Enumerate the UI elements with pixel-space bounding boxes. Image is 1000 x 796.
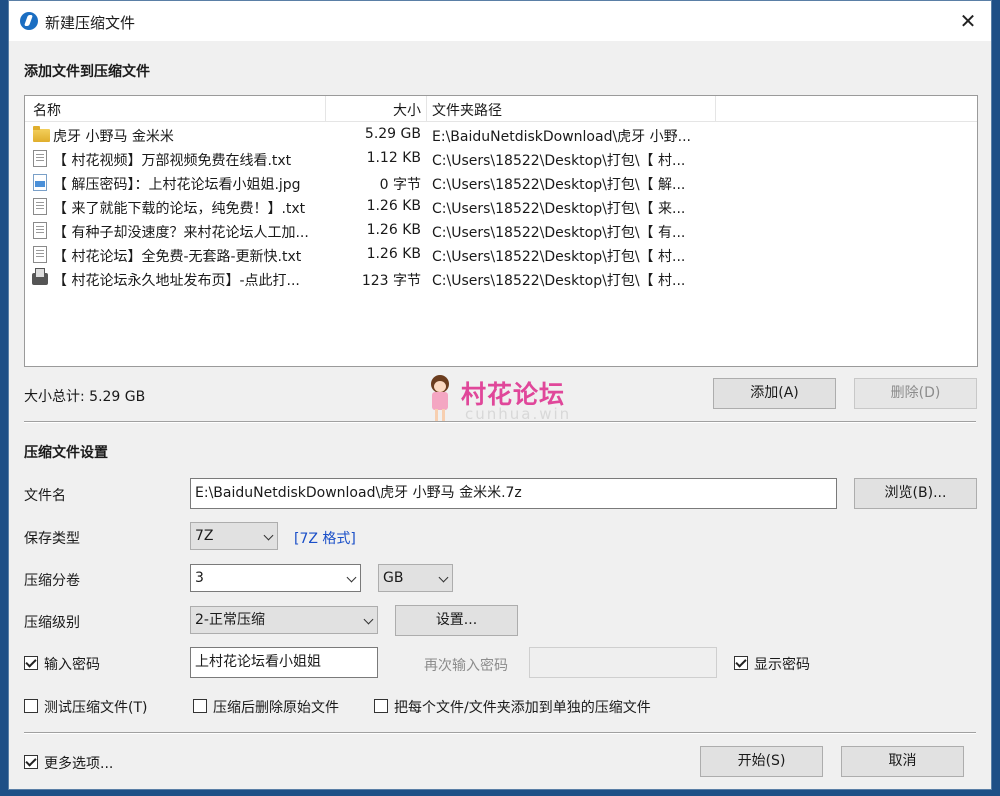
split-label: 压缩分卷 — [24, 573, 80, 589]
compression-level-value: 2-正常压缩 — [195, 612, 265, 628]
password-checkbox-label: 输入密码 — [44, 657, 100, 673]
file-row[interactable]: 【 有种子却没速度？来村花论坛人工加... 1.26 KB C:\Users\1… — [25, 219, 977, 243]
chevron-down-icon — [346, 572, 357, 583]
column-size[interactable]: 大小 — [325, 100, 421, 120]
file-size: 1.26 KB — [366, 222, 421, 238]
cancel-button[interactable]: 取消 — [841, 746, 964, 777]
file-path: C:\Users\18522\Desktop\打包\【 村... — [432, 249, 686, 265]
file-path: C:\Users\18522\Desktop\打包\【 村... — [432, 153, 686, 169]
file-row[interactable]: 虎牙 小野马 金米米 5.29 GB E:\BaiduNetdiskDownlo… — [25, 123, 977, 147]
close-button[interactable]: ✕ — [951, 7, 985, 35]
file-size: 0 字节 — [379, 177, 421, 193]
chevron-down-icon — [263, 530, 274, 541]
file-path: C:\Users\18522\Desktop\打包\【 来... — [432, 201, 686, 217]
file-list[interactable]: 名称 大小 文件夹路径 虎牙 小野马 金米米 5.29 GB E:\BaiduN… — [24, 95, 978, 367]
column-path[interactable]: 文件夹路径 — [432, 100, 502, 120]
chevron-down-icon — [438, 572, 449, 583]
start-button[interactable]: 开始(S) — [700, 746, 823, 777]
filename-input[interactable]: E:\BaiduNetdiskDownload\虎牙 小野马 金米米.7z — [190, 478, 837, 509]
level-settings-button[interactable]: 设置... — [395, 605, 518, 636]
password-input[interactable]: 上村花论坛看小姐姐 — [190, 647, 378, 678]
file-name: 【 有种子却没速度？来村花论坛人工加... — [53, 225, 309, 241]
reenter-password-label: 再次输入密码 — [424, 658, 508, 674]
file-name: 虎牙 小野马 金米米 — [53, 129, 174, 145]
show-password-label: 显示密码 — [754, 657, 810, 673]
split-unit-select[interactable]: GB — [378, 564, 453, 592]
file-name: 【 解压密码】：上村花论坛看小姐姐.jpg — [53, 177, 301, 193]
split-unit-value: GB — [383, 570, 404, 586]
column-separator[interactable] — [715, 96, 716, 122]
delete-after-checkbox[interactable]: 压缩后删除原始文件 — [193, 696, 363, 716]
checkbox-unchecked-icon — [193, 699, 207, 713]
file-name: 【 村花论坛】全免费-无套路-更新快.txt — [53, 249, 302, 265]
new-archive-dialog: 新建压缩文件 ✕ 添加文件到压缩文件 名称 大小 文件夹路径 虎牙 小野马 金米… — [8, 0, 992, 790]
file-row[interactable]: 【 来了就能下载的论坛，纯免费！】.txt 1.26 KB C:\Users\1… — [25, 195, 977, 219]
filename-label: 文件名 — [24, 488, 66, 504]
file-path: C:\Users\18522\Desktop\打包\【 解... — [432, 177, 686, 193]
total-size: 大小总计: 5.29 GB — [24, 389, 146, 405]
checkbox-unchecked-icon — [24, 699, 38, 713]
file-path: C:\Users\18522\Desktop\打包\【 有... — [432, 225, 686, 241]
watermark-logo: 村花论坛 cunhua.win — [427, 373, 587, 425]
more-options-checkbox[interactable]: 更多选项... — [24, 752, 144, 772]
save-type-value: 7Z — [195, 528, 214, 544]
add-button[interactable]: 添加(A) — [713, 378, 836, 409]
jpg-file-icon — [33, 174, 47, 191]
more-options-label: 更多选项... — [44, 756, 114, 772]
checkbox-checked-icon — [734, 656, 748, 670]
browse-button[interactable]: 浏览(B)... — [854, 478, 977, 509]
txt-file-icon — [33, 246, 47, 263]
test-archive-label: 测试压缩文件(T) — [44, 700, 148, 716]
file-size: 1.12 KB — [366, 150, 421, 166]
format-link[interactable]: [7Z 格式] — [294, 528, 356, 548]
file-list-header: 名称 大小 文件夹路径 — [25, 96, 977, 122]
files-section-title: 添加文件到压缩文件 — [24, 64, 150, 80]
compression-level-select[interactable]: 2-正常压缩 — [190, 606, 378, 634]
file-name: 【 村花视频】万部视频免费在线看.txt — [53, 153, 292, 169]
checkbox-checked-icon — [24, 656, 38, 670]
split-size-combobox[interactable]: 3 — [190, 564, 361, 592]
save-type-select[interactable]: 7Z — [190, 522, 278, 550]
column-name[interactable]: 名称 — [33, 100, 61, 120]
app-logo-icon — [20, 12, 38, 30]
file-path: C:\Users\18522\Desktop\打包\【 村... — [432, 273, 686, 289]
delete-after-label: 压缩后删除原始文件 — [213, 700, 339, 716]
password-checkbox[interactable]: 输入密码 — [24, 653, 144, 673]
cartoon-girl-icon — [427, 375, 453, 423]
level-label: 压缩级别 — [24, 615, 80, 631]
file-row[interactable]: 【 解压密码】：上村花论坛看小姐姐.jpg 0 字节 C:\Users\1852… — [25, 171, 977, 195]
split-size-value: 3 — [195, 570, 204, 586]
txt-file-icon — [33, 222, 47, 239]
file-row[interactable]: 【 村花论坛永久地址发布页】-点此打... 123 字节 C:\Users\18… — [25, 267, 977, 291]
divider — [24, 732, 976, 734]
folder-icon — [33, 126, 50, 142]
chevron-down-icon — [363, 614, 374, 625]
file-name: 【 村花论坛永久地址发布页】-点此打... — [53, 273, 300, 289]
checkbox-checked-icon — [24, 755, 38, 769]
divider — [24, 421, 976, 423]
title-bar: 新建压缩文件 ✕ — [9, 1, 991, 41]
each-separate-label: 把每个文件/文件夹添加到单独的压缩文件 — [394, 700, 651, 716]
file-size: 1.26 KB — [366, 246, 421, 262]
file-size: 123 字节 — [361, 273, 421, 289]
txt-file-icon — [33, 198, 47, 215]
save-type-label: 保存类型 — [24, 531, 80, 547]
file-row[interactable]: 【 村花论坛】全免费-无套路-更新快.txt 1.26 KB C:\Users\… — [25, 243, 977, 267]
file-row[interactable]: 【 村花视频】万部视频免费在线看.txt 1.12 KB C:\Users\18… — [25, 147, 977, 171]
file-size: 5.29 GB — [364, 126, 421, 142]
settings-section-title: 压缩文件设置 — [24, 445, 108, 461]
file-size: 1.26 KB — [366, 198, 421, 214]
file-path: E:\BaiduNetdiskDownload\虎牙 小野... — [432, 129, 691, 145]
reenter-password-input[interactable] — [529, 647, 717, 678]
each-separate-checkbox[interactable]: 把每个文件/文件夹添加到单独的压缩文件 — [374, 696, 684, 716]
window-title: 新建压缩文件 — [45, 14, 136, 32]
column-separator[interactable] — [426, 96, 427, 122]
test-archive-checkbox[interactable]: 测试压缩文件(T) — [24, 696, 174, 716]
delete-button[interactable]: 删除(D) — [854, 378, 977, 409]
txt-file-icon — [33, 150, 47, 167]
show-password-checkbox[interactable]: 显示密码 — [734, 653, 834, 673]
url-shortcut-icon — [32, 268, 48, 285]
checkbox-unchecked-icon — [374, 699, 388, 713]
file-name: 【 来了就能下载的论坛，纯免费！】.txt — [53, 201, 306, 217]
